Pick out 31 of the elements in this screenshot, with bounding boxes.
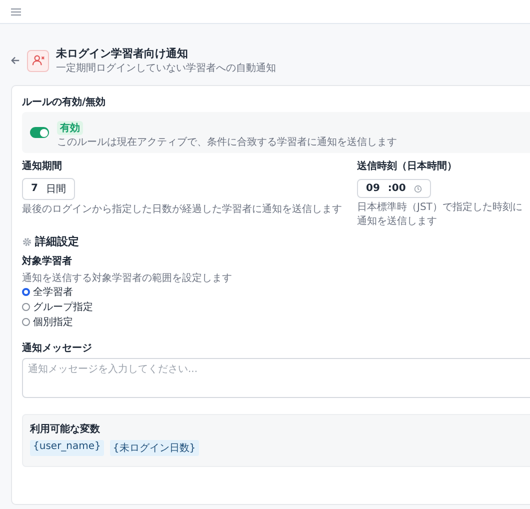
status-badge: 有効 [57, 121, 83, 135]
menu-icon[interactable] [11, 8, 21, 16]
section-heading: ルールの有効/無効 [22, 96, 107, 109]
field-label: 通知期間 [22, 160, 63, 173]
clock-icon [414, 184, 422, 192]
field-label: 通知メッセージ [22, 342, 93, 355]
variable-tag[interactable]: {未ログイン日数} [110, 440, 199, 456]
radio-label: 全学習者 [33, 286, 73, 299]
page-title: 未ログイン学習者向け通知 [56, 46, 189, 61]
variable-tag[interactable]: {user_name} [30, 440, 104, 456]
user-alert-icon [27, 50, 49, 72]
section-heading: 詳細設定 [35, 234, 79, 249]
radio-button[interactable] [22, 288, 30, 296]
back-arrow-icon[interactable] [11, 56, 20, 65]
message-field[interactable]: 通知メッセージを入力してください... [22, 358, 530, 398]
field-label: 対象学習者 [22, 254, 73, 268]
radio-label: 個別指定 [33, 316, 73, 329]
toggle-switch[interactable] [30, 127, 49, 138]
gear-icon [22, 236, 32, 246]
time-input[interactable]: 09 :00 [357, 179, 431, 198]
rule-description: このルールは現在アクティブで、条件に合致する学習者に通知を送信します [57, 136, 397, 149]
radio-label: グループ指定 [33, 300, 93, 314]
help-text: 最後のログインから指定した日数が経過した学習者に通知を送信します [22, 202, 343, 216]
radio-button[interactable] [22, 303, 30, 311]
panel-heading: 利用可能な変数 [30, 422, 101, 436]
page-subtitle: 一定期間ログインしていない学習者への自動通知 [56, 62, 276, 75]
days-input[interactable]: 7 日間 [22, 178, 75, 200]
radio-button[interactable] [22, 318, 30, 326]
help-text: 通知を送信する対象学習者の範囲を設定します [22, 272, 233, 285]
field-label: 送信時刻（日本時間） [357, 160, 458, 173]
help-text: 日本標準時（JST）で指定した時刻に通知を送信します [357, 200, 524, 228]
